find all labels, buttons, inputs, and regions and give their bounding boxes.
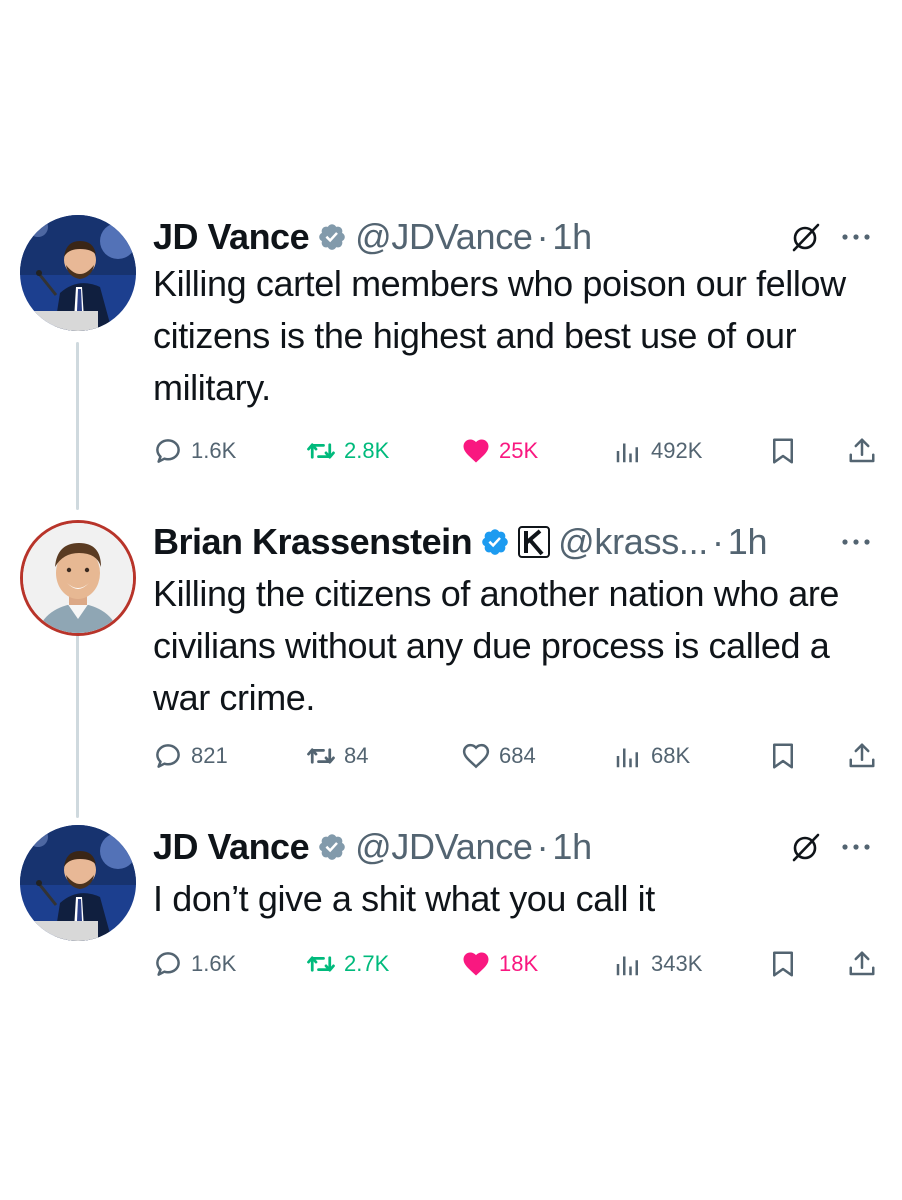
retweet-icon xyxy=(307,443,335,459)
verified-badge-icon xyxy=(317,832,347,862)
views-button[interactable]: 343K xyxy=(613,944,702,984)
bookmark-button[interactable] xyxy=(768,736,798,776)
views-count: 343K xyxy=(651,951,703,976)
bookmark-icon xyxy=(773,743,793,769)
tweet-header: Brian Krassenstein @krass... · 1h xyxy=(153,520,767,564)
separator-dot: · xyxy=(712,521,724,562)
tweet-text: Killing the citizens of another nation w… xyxy=(153,573,840,718)
reply-icon xyxy=(156,439,180,463)
separator-dot: · xyxy=(536,216,549,257)
avatar[interactable] xyxy=(20,520,136,636)
reply-icon xyxy=(156,744,180,768)
more-icon[interactable] xyxy=(836,825,876,869)
tweet-text: I don’t give a shit what you call it xyxy=(153,878,655,919)
reply-button[interactable]: 1.6K xyxy=(153,944,236,984)
avatar[interactable] xyxy=(20,825,136,941)
thread-line xyxy=(76,342,79,510)
verified-badge-icon xyxy=(480,527,510,557)
reply-button[interactable]: 1.6K xyxy=(153,431,236,471)
like-count: 25K xyxy=(499,438,539,463)
author-name[interactable]: JD Vance xyxy=(153,826,310,868)
like-count: 684 xyxy=(499,743,536,768)
grok-icon[interactable] xyxy=(790,221,822,253)
verified-badge-icon xyxy=(317,222,347,252)
like-button[interactable]: 18K xyxy=(461,944,538,984)
more-icon[interactable] xyxy=(836,215,876,259)
like-button[interactable]: 25K xyxy=(461,431,538,471)
reply-count: 1.6K xyxy=(191,438,237,463)
reply-icon xyxy=(156,952,180,976)
tweet-header: JD Vance @JDVance · 1h xyxy=(153,215,592,259)
affiliate-badge-icon[interactable] xyxy=(518,526,551,558)
views-count: 492K xyxy=(651,438,703,463)
author-name[interactable]: JD Vance xyxy=(153,216,310,258)
share-button[interactable] xyxy=(847,736,877,776)
retweet-icon xyxy=(307,956,335,972)
bookmark-button[interactable] xyxy=(768,431,798,471)
avatar[interactable] xyxy=(20,215,136,331)
bookmark-icon xyxy=(773,438,793,464)
retweet-button[interactable]: 2.7K xyxy=(306,944,389,984)
heart-icon xyxy=(463,952,489,976)
retweet-icon xyxy=(307,748,335,764)
heart-icon xyxy=(463,439,489,463)
views-button[interactable]: 68K xyxy=(613,736,690,776)
timestamp[interactable]: 1h xyxy=(728,521,768,563)
timestamp[interactable]: 1h xyxy=(552,216,592,258)
views-icon xyxy=(616,443,638,463)
author-handle[interactable]: @JDVance xyxy=(355,826,533,868)
retweet-count: 84 xyxy=(344,743,369,768)
like-count: 18K xyxy=(499,951,539,976)
views-icon xyxy=(616,956,638,976)
thread-line xyxy=(76,632,79,818)
bookmark-icon xyxy=(773,951,793,977)
tweet-actions: 1.6K 2.8K 25K 492K xyxy=(153,431,883,471)
heart-icon xyxy=(462,743,490,769)
views-count: 68K xyxy=(651,743,691,768)
tweet-actions: 1.6K 2.7K 18K 343K xyxy=(153,944,883,984)
retweet-button[interactable]: 2.8K xyxy=(306,431,389,471)
separator-dot: · xyxy=(536,826,549,867)
share-icon xyxy=(849,438,875,463)
grok-icon[interactable] xyxy=(790,831,822,863)
retweet-count: 2.7K xyxy=(344,951,390,976)
share-button[interactable] xyxy=(847,431,877,471)
share-icon xyxy=(849,743,875,768)
reply-count: 821 xyxy=(191,743,228,768)
views-button[interactable]: 492K xyxy=(613,431,702,471)
more-icon[interactable] xyxy=(836,520,876,564)
share-icon xyxy=(849,951,875,976)
timestamp[interactable]: 1h xyxy=(552,826,592,868)
share-button[interactable] xyxy=(847,944,877,984)
retweet-count: 2.8K xyxy=(344,438,390,463)
author-handle[interactable]: @krass... xyxy=(558,521,708,563)
author-name[interactable]: Brian Krassenstein xyxy=(153,521,473,563)
views-icon xyxy=(616,748,638,768)
author-handle[interactable]: @JDVance xyxy=(355,216,533,258)
retweet-button[interactable]: 84 xyxy=(306,736,368,776)
tweet-text: Killing cartel members who poison our fe… xyxy=(153,263,846,408)
reply-count: 1.6K xyxy=(191,951,237,976)
like-button[interactable]: 684 xyxy=(461,736,536,776)
tweet-header: JD Vance @JDVance · 1h xyxy=(153,825,592,869)
tweet-actions: 821 84 684 68K xyxy=(153,736,883,776)
reply-button[interactable]: 821 xyxy=(153,736,228,776)
bookmark-button[interactable] xyxy=(768,944,798,984)
